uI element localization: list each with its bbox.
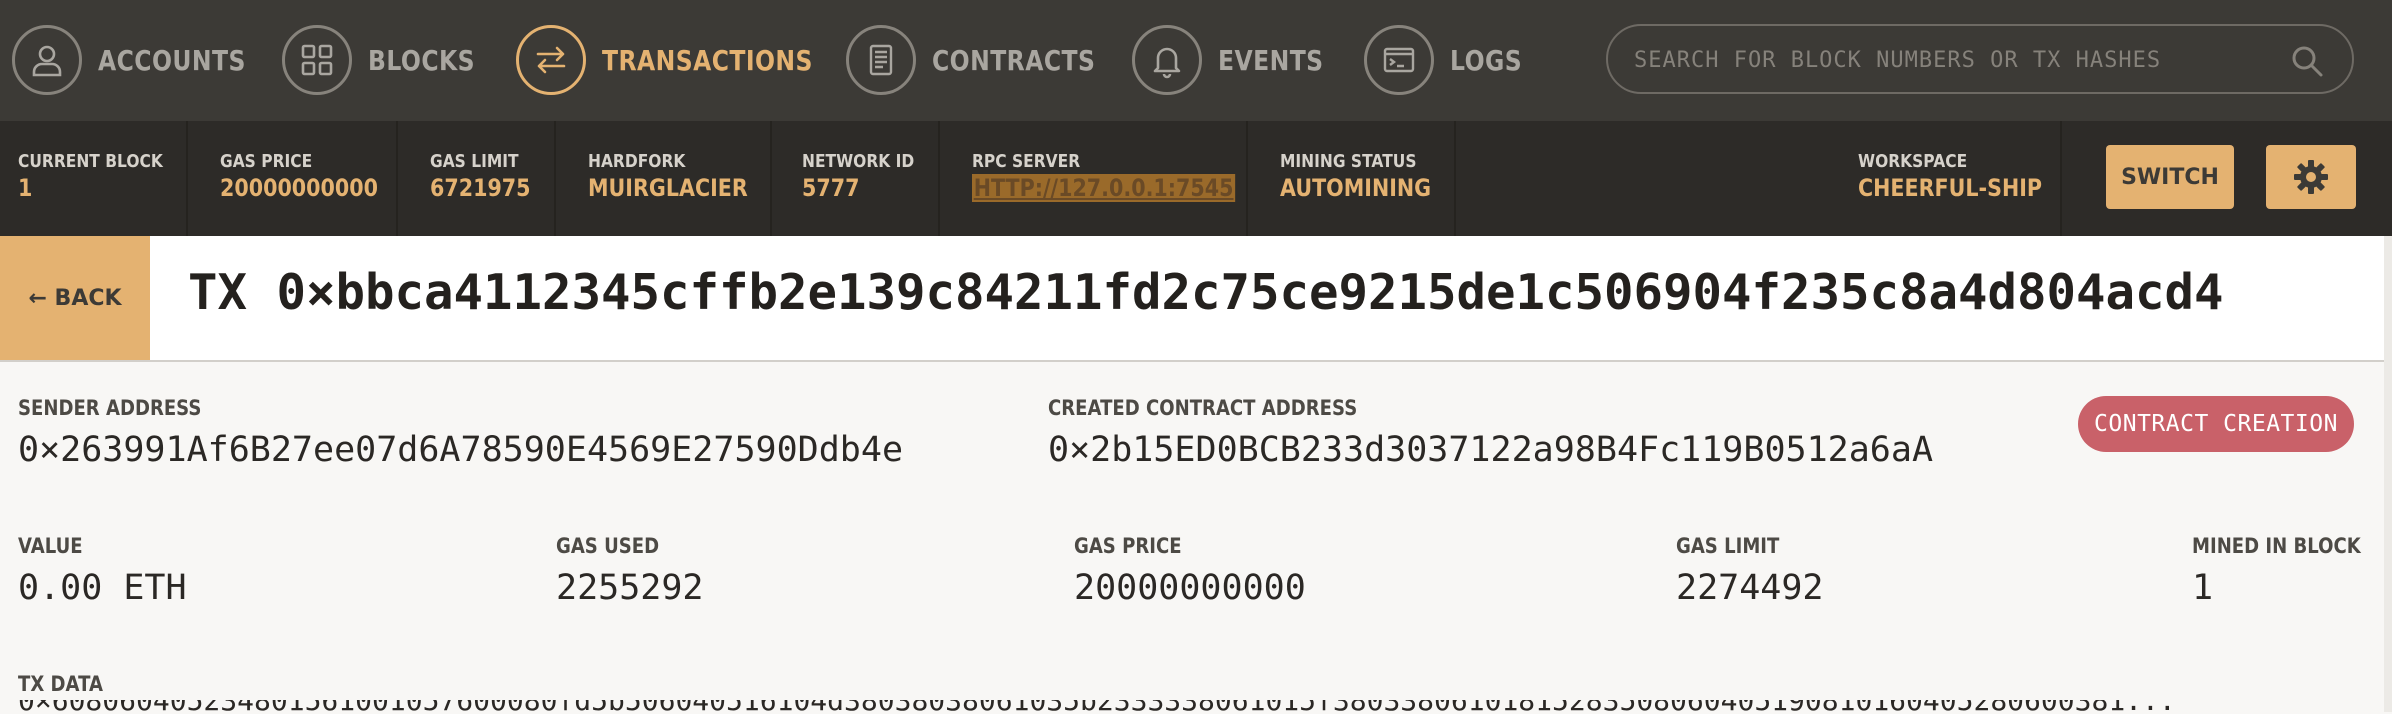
stat-hardfork: HARDFORK MUIRGLACIER: [588, 151, 774, 211]
gas-price-field: GAS PRICE 20000000000: [1074, 534, 1306, 608]
stat-workspace: WORKSPACE CHEERFUL-SHIP: [1858, 151, 2072, 211]
field-label: SENDER ADDRESS: [18, 396, 202, 420]
top-navigation: ACCOUNTS BLOCKS TRANSACTIONS CONTRACTS E…: [0, 0, 2392, 121]
field-label: GAS PRICE: [1074, 534, 1182, 558]
status-bar: CURRENT BLOCK 1 GAS PRICE 20000000000 GA…: [0, 121, 2392, 236]
field-label: TX DATA: [18, 672, 103, 696]
stat-network-id: NETWORK ID 5777: [802, 151, 933, 211]
field-label: GAS LIMIT: [1676, 534, 1780, 558]
field-value: 2255292: [556, 568, 704, 608]
divider: [1454, 121, 1456, 236]
person-icon: [12, 25, 82, 95]
nav-transactions[interactable]: TRANSACTIONS: [516, 22, 853, 98]
sender-address: 0×263991Af6B27ee07d6A78590E4569E27590Ddb…: [18, 430, 904, 470]
stat-label: RPC SERVER: [972, 151, 1081, 172]
gas-limit-field: GAS LIMIT 2274492: [1676, 534, 1824, 608]
search-box: [1606, 24, 2354, 94]
field-label: VALUE: [18, 534, 83, 558]
field-value: 1: [2192, 568, 2214, 608]
nav-label: CONTRACTS: [932, 43, 1096, 77]
swap-arrows-icon: [516, 25, 586, 95]
stat-value: AUTOMINING: [1280, 174, 1432, 202]
search-icon[interactable]: [2290, 44, 2324, 78]
field-value: 0.00 ETH: [18, 568, 187, 608]
settings-button[interactable]: [2266, 145, 2356, 209]
tx-data-field: TX DATA: [18, 672, 117, 696]
stat-label: MINING STATUS: [1280, 151, 1417, 172]
divider: [396, 121, 398, 236]
switch-button[interactable]: SWITCH: [2106, 145, 2234, 209]
stat-value: 20000000000: [220, 174, 378, 202]
back-button[interactable]: ← BACK: [0, 236, 150, 360]
stat-label: CURRENT BLOCK: [18, 151, 163, 172]
field-value: 20000000000: [1074, 568, 1306, 608]
transaction-header: ← BACK TX 0×bbca4112345cffb2e139c84211fd…: [0, 236, 2392, 362]
nav-contracts[interactable]: CONTRACTS: [846, 22, 1126, 98]
stat-value: 6721975: [430, 174, 531, 202]
divider: [2060, 121, 2062, 236]
nav-label: LOGS: [1450, 43, 1523, 77]
stat-label: GAS PRICE: [220, 151, 313, 172]
divider: [1246, 121, 1248, 236]
divider: [554, 121, 556, 236]
field-label: CREATED CONTRACT ADDRESS: [1048, 396, 1358, 420]
stat-value: 1: [18, 174, 33, 202]
terminal-icon: [1364, 25, 1434, 95]
nav-label: BLOCKS: [368, 43, 476, 77]
nav-logs[interactable]: LOGS: [1364, 22, 1536, 98]
stat-mining-status: MINING STATUS AUTOMINING: [1280, 151, 1456, 211]
page-title: TX 0×bbca4112345cffb2e139c84211fd2c75ce9…: [188, 264, 2224, 321]
rpc-server-link[interactable]: HTTP://127.0.0.1:7545: [972, 174, 1236, 202]
scrollbar[interactable]: [2384, 236, 2392, 712]
grid-icon: [282, 25, 352, 95]
stat-gas-price: GAS PRICE 20000000000: [220, 151, 404, 211]
stat-label: HARDFORK: [588, 151, 686, 172]
stat-label: GAS LIMIT: [430, 151, 519, 172]
stat-value: MUIRGLACIER: [588, 174, 748, 202]
field-value: 2274492: [1676, 568, 1824, 608]
nav-label: ACCOUNTS: [98, 43, 246, 77]
divider: [938, 121, 940, 236]
divider: [770, 121, 772, 236]
bell-icon: [1132, 25, 1202, 95]
value-field: VALUE 0.00 ETH: [18, 534, 187, 608]
sender-address-field: SENDER ADDRESS 0×263991Af6B27ee07d6A7859…: [18, 396, 903, 470]
stat-rpc-server: RPC SERVER HTTP://127.0.0.1:7545: [972, 151, 1278, 211]
stat-current-block: CURRENT BLOCK 1: [18, 151, 186, 211]
stat-label: WORKSPACE: [1858, 151, 1968, 172]
nav-accounts[interactable]: ACCOUNTS: [12, 22, 274, 98]
nav-events[interactable]: EVENTS: [1132, 22, 1344, 98]
nav-blocks[interactable]: BLOCKS: [282, 22, 495, 98]
stat-value: 5777: [802, 174, 860, 202]
divider: [186, 121, 188, 236]
stat-value: CHEERFUL-SHIP: [1858, 174, 2043, 202]
field-label: MINED IN BLOCK: [2192, 534, 2361, 558]
contract-creation-badge: CONTRACT CREATION: [2078, 396, 2354, 452]
nav-label: TRANSACTIONS: [602, 43, 813, 77]
stat-label: NETWORK ID: [802, 151, 915, 172]
gas-used-field: GAS USED 2255292: [556, 534, 704, 608]
search-input[interactable]: [1632, 36, 2276, 84]
mined-in-block-field: MINED IN BLOCK 1: [2192, 534, 2388, 608]
stat-gas-limit: GAS LIMIT 6721975: [430, 151, 547, 211]
field-label: GAS USED: [556, 534, 660, 558]
created-contract-field: CREATED CONTRACT ADDRESS 0×2b15ED0BCB233…: [1048, 396, 1933, 470]
nav-label: EVENTS: [1218, 43, 1324, 77]
document-icon: [846, 25, 916, 95]
gear-icon: [2294, 160, 2328, 194]
created-contract-address: 0×2b15ED0BCB233d3037122a98B4Fc119B0512a6…: [1048, 430, 1934, 470]
